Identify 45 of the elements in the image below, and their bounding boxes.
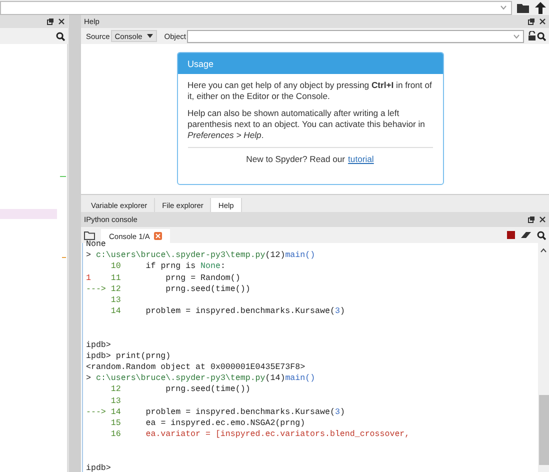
console-line: <random.Random object at 0x000001E0435E73F8>	[86, 362, 306, 374]
console-line: > c:\users\bruce\.spyder-py3\temp.py(14)main()	[86, 373, 316, 384]
console-line: ---> 12 prng.seed(time())	[86, 284, 252, 295]
console-line: ipdb> print(prng)	[86, 350, 172, 362]
caret-icon	[147, 34, 154, 38]
scroll-up-icon[interactable]	[540, 248, 547, 253]
scrollbar[interactable]	[538, 243, 549, 472]
change-mark	[60, 176, 66, 177]
console-line: 15 ea = inspyred.ec.emo.NSGA2(prng)	[110, 418, 306, 430]
search-icon[interactable]	[56, 32, 65, 40]
up-arrow-icon[interactable]	[535, 2, 546, 14]
help-text: Help can also be shown automatically after writing a left parenthesis next to an object. You can activate this behavior in Preferences > Help.	[188, 108, 426, 141]
help-text: Here you can get help of any object by pressing Ctrl+I in front of it, either on the Editor or the Console.	[188, 80, 432, 102]
dropdown-icon	[513, 34, 520, 38]
lock-icon[interactable]	[528, 31, 536, 41]
search-icon[interactable]	[537, 32, 546, 40]
search-icon[interactable]	[537, 230, 546, 240]
folder-icon[interactable]	[84, 230, 95, 240]
change-mark	[62, 257, 66, 258]
card-title: Usage	[178, 53, 442, 74]
undock-icon[interactable]	[47, 18, 54, 25]
console-line: 13	[110, 294, 122, 306]
console-line: 12 prng.seed(time())	[110, 384, 252, 396]
tutorial-link[interactable]: tutorial	[348, 154, 374, 164]
footer-text: New to Spyder? Read our	[246, 154, 346, 164]
console-line: > c:\users\bruce\.spyder-py3\temp.py(12)main()	[86, 250, 316, 262]
close-icon[interactable]	[539, 18, 546, 25]
console-line: 13	[110, 396, 122, 407]
eraser-icon[interactable]	[521, 231, 531, 239]
console-line: 16 ea.variator = [inspyred.ec.variators.blend_crossover,	[110, 429, 411, 440]
close-icon[interactable]	[539, 216, 546, 223]
close-icon[interactable]	[58, 18, 65, 25]
console-line: 14 problem = inspyred.benchmarks.Kursawe(3)	[110, 306, 346, 318]
undock-icon[interactable]	[528, 18, 535, 25]
dropdown-icon	[500, 5, 507, 10]
object-field[interactable]	[186, 30, 524, 42]
console-line: ipdb>	[86, 340, 112, 351]
console-line: ---> 14 problem = inspyred.benchmarks.Kursawe(3)	[86, 406, 346, 418]
console-line: ipdb>	[86, 462, 112, 472]
console-line: 1 11 prng = Random()	[86, 272, 242, 284]
undock-icon[interactable]	[528, 216, 535, 223]
folder-icon[interactable]	[517, 2, 530, 12]
highlighted-row	[0, 209, 57, 219]
path-field[interactable]	[0, 0, 512, 14]
console-line: 10 if prng is None:	[110, 261, 226, 273]
